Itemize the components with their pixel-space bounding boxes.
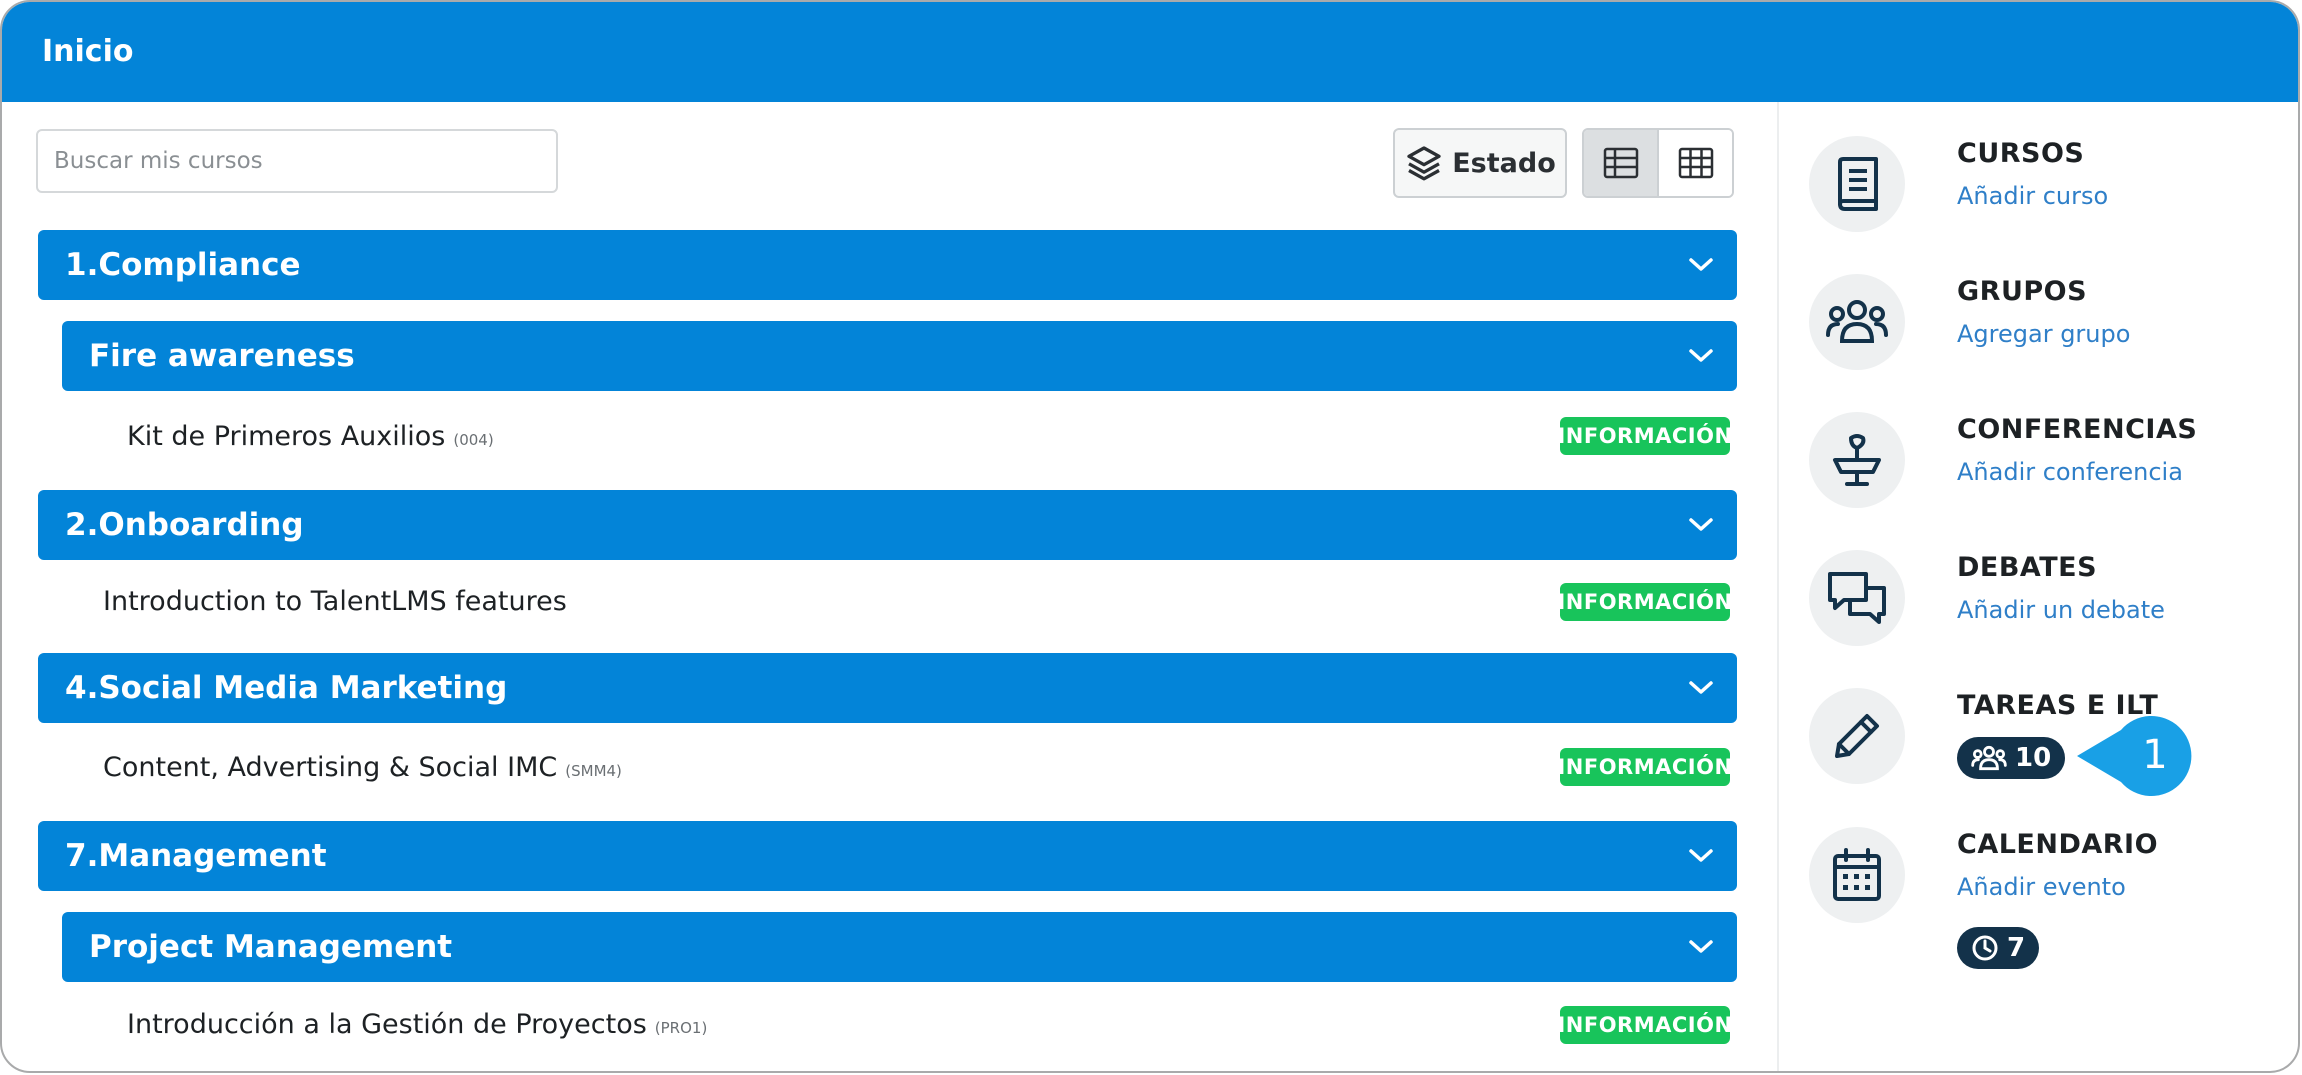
assignments-icon-circle[interactable]: [1809, 688, 1905, 784]
chevron-down-icon[interactable]: [1687, 679, 1715, 697]
assignments-count-badge[interactable]: 10: [1957, 737, 2066, 779]
search-field[interactable]: [36, 129, 558, 193]
view-toggle: [1582, 128, 1734, 198]
subcategory-header[interactable]: Fire awareness: [62, 321, 1737, 391]
page-title: Inicio: [42, 34, 134, 69]
sidebar-item-label: CONFERENCIAS: [1957, 414, 2198, 445]
sidebar-item-assignments: TAREAS E ILT 10: [1809, 688, 2289, 784]
clock-icon: [1971, 934, 1999, 962]
add-discussion-link[interactable]: Añadir un debate: [1957, 596, 2165, 624]
search-input[interactable]: [38, 131, 556, 191]
course-code: (PRO1): [654, 1019, 708, 1037]
courses-icon-circle[interactable]: [1809, 136, 1905, 232]
add-event-link[interactable]: Añadir evento: [1957, 873, 2126, 901]
header-bar: Inicio: [2, 2, 2298, 102]
calendar-icon: [1831, 847, 1883, 903]
app-window: Inicio Estado: [0, 0, 2300, 1073]
course-name[interactable]: Introducción a la Gestión de Proyectos: [127, 1009, 647, 1040]
sidebar-item-calendar: CALENDARIO Añadir evento 7: [1809, 827, 2289, 969]
sidebar: CURSOS Añadir curso GRUPOS Agregar grupo…: [1777, 102, 2298, 1071]
chevron-down-icon[interactable]: [1687, 847, 1715, 865]
sidebar-item-groups: GRUPOS Agregar grupo: [1809, 274, 2289, 370]
grid-view-icon: [1678, 147, 1714, 179]
add-course-link[interactable]: Añadir curso: [1957, 182, 2108, 210]
book-icon: [1832, 156, 1882, 212]
groups-icon-circle[interactable]: [1809, 274, 1905, 370]
sidebar-item-label: DEBATES: [1957, 552, 2098, 583]
course-code: (004): [453, 431, 494, 449]
sidebar-item-label: CURSOS: [1957, 138, 2085, 169]
course-code: (SMM4): [565, 762, 622, 780]
course-name[interactable]: Kit de Primeros Auxilios: [127, 421, 445, 452]
conference-icon: [1829, 432, 1885, 488]
chevron-down-icon[interactable]: [1687, 256, 1715, 274]
discussion-icon: [1826, 570, 1888, 626]
list-view-icon: [1603, 147, 1639, 179]
subcategory-header[interactable]: Project Management: [62, 912, 1737, 982]
course-row: Introduction to TalentLMS features: [103, 571, 575, 631]
info-badge[interactable]: INFORMACIÓN: [1557, 417, 1732, 455]
conferences-icon-circle[interactable]: [1809, 412, 1905, 508]
pencil-icon: [1829, 708, 1885, 764]
chevron-down-icon[interactable]: [1687, 347, 1715, 365]
add-conference-link[interactable]: Añadir conferencia: [1957, 458, 2183, 486]
badge-count: 7: [2007, 933, 2026, 963]
category-header[interactable]: 4.Social Media Marketing: [38, 653, 1737, 723]
list-view-button[interactable]: [1584, 130, 1657, 196]
category-header[interactable]: 7.Management: [38, 821, 1737, 891]
category-title: 4.Social Media Marketing: [65, 670, 508, 706]
calendar-count-badge[interactable]: 7: [1957, 927, 2040, 969]
course-row: Content, Advertising & Social IMC (SMM4): [103, 737, 622, 797]
category-title: 7.Management: [65, 838, 327, 874]
sidebar-item-label: CALENDARIO: [1957, 829, 2159, 860]
category-title: 1.Compliance: [65, 247, 301, 283]
sidebar-item-label: GRUPOS: [1957, 276, 2088, 307]
info-badge[interactable]: INFORMACIÓN: [1557, 1006, 1732, 1044]
sidebar-item-discussions: DEBATES Añadir un debate: [1809, 550, 2289, 646]
course-list-panel: Estado: [2, 102, 1777, 1071]
add-group-link[interactable]: Agregar grupo: [1957, 320, 2130, 348]
course-name[interactable]: Introduction to TalentLMS features: [103, 586, 567, 617]
info-badge[interactable]: INFORMACIÓN: [1557, 748, 1732, 786]
category-header[interactable]: 2.Onboarding: [38, 490, 1737, 560]
course-row: Kit de Primeros Auxilios (004): [127, 406, 494, 466]
sidebar-item-courses: CURSOS Añadir curso: [1809, 136, 2289, 232]
chevron-down-icon[interactable]: [1687, 516, 1715, 534]
category-title: Project Management: [89, 929, 453, 965]
estado-label: Estado: [1452, 147, 1556, 179]
course-name[interactable]: Content, Advertising & Social IMC: [103, 752, 557, 783]
users-icon: [1971, 745, 2007, 771]
course-row: Introducción a la Gestión de Proyectos (…: [127, 994, 707, 1054]
layers-icon: [1404, 143, 1444, 183]
badge-count: 10: [2015, 743, 2052, 773]
info-badge[interactable]: INFORMACIÓN: [1557, 583, 1732, 621]
category-title: Fire awareness: [89, 338, 355, 374]
chevron-down-icon[interactable]: [1687, 938, 1715, 956]
discussions-icon-circle[interactable]: [1809, 550, 1905, 646]
users-icon: [1825, 297, 1889, 347]
category-header[interactable]: 1.Compliance: [38, 230, 1737, 300]
estado-filter-button[interactable]: Estado: [1393, 128, 1567, 198]
sidebar-item-conferences: CONFERENCIAS Añadir conferencia: [1809, 412, 2289, 508]
grid-view-button[interactable]: [1657, 130, 1732, 196]
category-title: 2.Onboarding: [65, 507, 304, 543]
calendar-icon-circle[interactable]: [1809, 827, 1905, 923]
callout-marker: 1: [2077, 716, 2195, 796]
callout-number: 1: [2142, 732, 2167, 778]
